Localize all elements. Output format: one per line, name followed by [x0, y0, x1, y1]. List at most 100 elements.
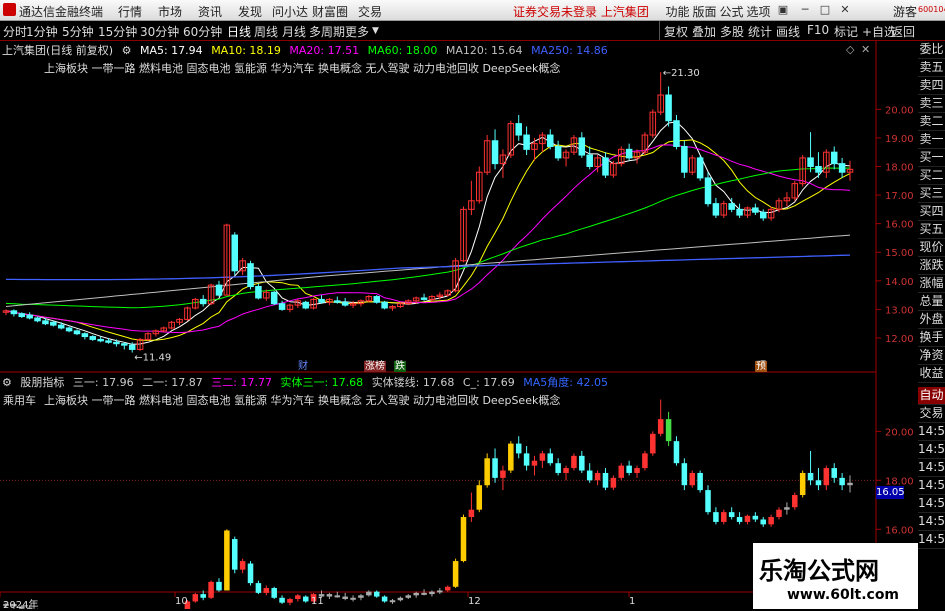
period-weekly[interactable]: 周线: [254, 23, 278, 40]
toolbar-draw-button[interactable]: 画线: [776, 23, 800, 40]
period-60min[interactable]: 60分钟: [183, 23, 222, 40]
candle-body: [799, 157, 806, 185]
indicator-bar: [831, 468, 837, 478]
event-tag-rise-list[interactable]: 涨榜: [364, 361, 386, 372]
sidebar-item[interactable]: 总量: [918, 293, 945, 311]
candle-body: [649, 111, 657, 136]
candle-body: [815, 165, 822, 173]
period-daily[interactable]: 日线: [227, 23, 251, 40]
sidebar-item[interactable]: 卖一: [918, 131, 945, 149]
settings-gear-icon[interactable]: ⚙: [122, 44, 132, 57]
indicator-bar: [476, 485, 483, 510]
sidebar-trade-item[interactable]: 14:56: [918, 495, 945, 513]
sidebar-trade-item[interactable]: 14:56: [918, 459, 945, 477]
sidebar-item[interactable]: 净资: [918, 347, 945, 365]
indicator-bar: [247, 563, 254, 584]
close-icon[interactable]: ✕: [838, 3, 852, 16]
sidebar-trade-item[interactable]: 14:56: [918, 477, 945, 495]
ma-legend: 上汽集团(日线 前复权) ⚙ MA5: 17.94 MA10: 18.19 MA…: [2, 42, 613, 58]
sidebar-trade-item[interactable]: 自动: [918, 387, 945, 405]
toolbar-adjust-button[interactable]: 复权: [664, 23, 688, 40]
sidebar-item[interactable]: 买四: [918, 203, 945, 221]
sidebar-trade-item[interactable]: 14:56: [918, 513, 945, 531]
event-tag-finance[interactable]: 财: [297, 361, 309, 372]
event-tag-fall[interactable]: 跌: [394, 361, 406, 372]
sidebar-item[interactable]: 买一: [918, 149, 945, 167]
sidebar-item[interactable]: 涨幅: [918, 275, 945, 293]
period-multi[interactable]: 多周期: [309, 23, 345, 40]
indicator-settings-icon[interactable]: ⚙: [2, 376, 12, 389]
toolbar-stats-button[interactable]: 统计: [748, 23, 772, 40]
sidebar-item[interactable]: 买三: [918, 185, 945, 203]
login-notice[interactable]: 证券交易未登录 上汽集团: [513, 3, 649, 20]
sidebar-trade-item[interactable]: 14:56: [918, 531, 945, 549]
candle-body: [633, 151, 641, 159]
candle-body: [570, 137, 578, 153]
toolbar-mark-button[interactable]: 标记: [834, 23, 858, 40]
industry-label: 乘用车: [3, 394, 36, 407]
sidebar-trade-item[interactable]: 14:56: [918, 423, 945, 441]
indicator-bar: [555, 463, 561, 473]
period-monthly[interactable]: 月线: [282, 23, 306, 40]
sidebar-item[interactable]: 卖四: [918, 77, 945, 95]
menu-item-layout[interactable]: 版面: [691, 3, 718, 20]
sidebar-item[interactable]: 委比: [918, 41, 945, 59]
sidebar-trade-item[interactable]: 交易: [918, 405, 945, 423]
sidebar-item[interactable]: 卖三: [918, 95, 945, 113]
guest-label[interactable]: 游客: [893, 3, 917, 20]
period-1min[interactable]: 1分钟: [26, 23, 58, 40]
sidebar-item[interactable]: 现价: [918, 239, 945, 257]
menu-item-discover[interactable]: 发现: [230, 3, 270, 20]
menu-item-news[interactable]: 资讯: [190, 3, 230, 20]
menu-item-function[interactable]: 功能: [664, 3, 691, 20]
menu-item-fortune[interactable]: 财富圈: [310, 3, 350, 20]
menu-item-quote[interactable]: 行情: [110, 3, 150, 20]
period-5min[interactable]: 5分钟: [62, 23, 94, 40]
sidebar-item[interactable]: 卖二: [918, 113, 945, 131]
indicator-bar: [224, 530, 230, 591]
candle-body: [152, 330, 160, 335]
expand-icon[interactable]: ◇: [846, 43, 854, 56]
menu-item-market[interactable]: 市场: [150, 3, 190, 20]
indicator-name[interactable]: 股朋指标: [20, 376, 64, 389]
indicator-bar: [579, 455, 585, 471]
menu-item-trade[interactable]: 交易: [350, 3, 390, 20]
stock-title[interactable]: 上汽集团(日线 前复权): [2, 44, 113, 57]
close-panel-icon[interactable]: ✕: [861, 43, 870, 56]
maximize-icon[interactable]: □: [818, 3, 832, 16]
toolbar-back-button[interactable]: 返回: [891, 23, 915, 40]
candle-body: [286, 304, 294, 310]
sidebar-item[interactable]: 换手: [918, 329, 945, 347]
indicator-bar: [594, 472, 601, 481]
skin-icon[interactable]: ▣: [776, 3, 790, 16]
sidebar-item[interactable]: 外盘: [918, 311, 945, 329]
more-dropdown-icon[interactable]: ▼: [372, 26, 379, 36]
menu-item-ask[interactable]: 问小达: [270, 3, 310, 20]
sidebar-item[interactable]: 收益: [918, 365, 945, 383]
sidebar-item[interactable]: 买五: [918, 221, 945, 239]
indicator-bar: [792, 495, 798, 508]
candle-body: [562, 151, 570, 159]
period-15min[interactable]: 15分钟: [98, 23, 137, 40]
sidebar-item[interactable]: 涨跌: [918, 257, 945, 275]
sidebar-trade-item[interactable]: 14:56: [918, 441, 945, 459]
toolbar-f10-button[interactable]: F10: [807, 23, 829, 37]
indicator-bar: [776, 509, 782, 518]
ma5-label: MA5: 17.94: [139, 44, 203, 57]
period-more[interactable]: 更多: [345, 23, 369, 40]
candle-body: [105, 340, 112, 343]
candle-body: [199, 298, 207, 305]
sidebar-item[interactable]: 卖五: [918, 59, 945, 77]
menu-item-formula[interactable]: 公式: [718, 3, 745, 20]
period-intraday[interactable]: 分时: [3, 23, 27, 40]
sidebar-item[interactable]: 买二: [918, 167, 945, 185]
quote-sidebar: 600104 委比卖五卖四卖三卖二卖一买一买二买三买四买五现价涨跌涨幅总量外盘换…: [918, 5, 945, 609]
toolbar-multistock-button[interactable]: 多股: [720, 23, 744, 40]
minimize-icon[interactable]: ─: [798, 3, 812, 16]
event-tag-forecast[interactable]: 预: [755, 361, 767, 372]
period-30min[interactable]: 30分钟: [140, 23, 179, 40]
indicator-bar: [239, 561, 246, 570]
menu-item-options[interactable]: 选项: [745, 3, 772, 20]
candle-body: [128, 344, 136, 350]
toolbar-overlay-button[interactable]: 叠加: [692, 23, 716, 40]
